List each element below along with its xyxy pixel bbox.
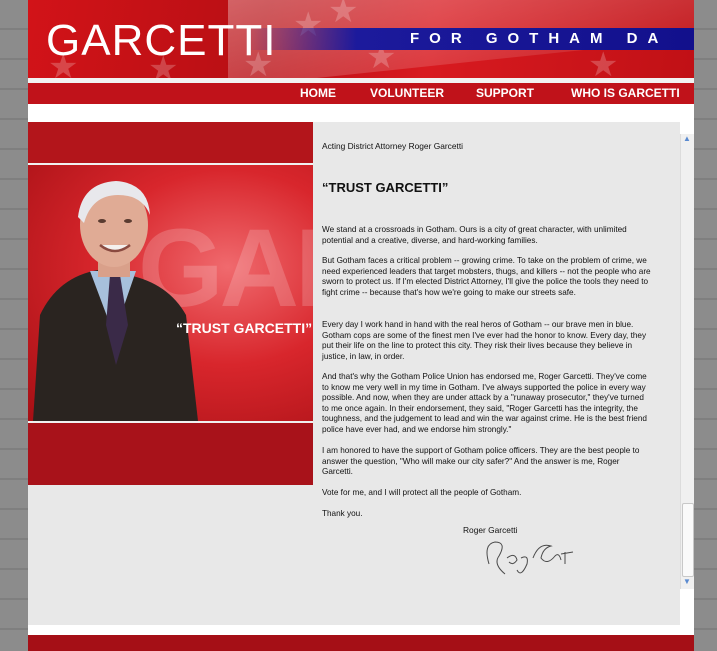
- footer-bar: [28, 635, 694, 651]
- page-frame: ★ ★ ★ ★ ★ ★ ★ GARCETTI FOR GOTHAM DA HOM…: [28, 0, 694, 651]
- nav-home[interactable]: HOME: [300, 86, 336, 100]
- scroll-down-icon[interactable]: ▼: [683, 577, 691, 586]
- paragraph: But Gotham faces a critical problem -- g…: [322, 256, 651, 297]
- nav-who-is-garcetti[interactable]: WHO IS GARCETTI: [571, 86, 680, 100]
- scrollbar-thumb[interactable]: [682, 503, 694, 577]
- header-banner: ★ ★ ★ ★ ★ ★ ★ GARCETTI FOR GOTHAM DA HOM…: [28, 0, 694, 104]
- paragraph: Every day I work hand in hand with the r…: [322, 320, 647, 361]
- star-decoration: ★: [328, 0, 359, 30]
- paragraph: We stand at a crossroads in Gotham. Ours…: [322, 225, 627, 245]
- article-content: Acting District Attorney Roger Garcetti …: [313, 122, 680, 625]
- paragraph: Thank you.: [322, 509, 363, 518]
- article-heading: “TRUST GARCETTI”: [322, 180, 449, 195]
- nav-volunteer[interactable]: VOLUNTEER: [370, 86, 444, 100]
- handwritten-signature: [486, 541, 574, 575]
- tagline: FOR GOTHAM DA: [410, 30, 669, 47]
- paragraph: I am honored to have the support of Goth…: [322, 446, 640, 476]
- banner-gap: [28, 104, 694, 122]
- left-panel: GARC “TRUST GARCETTI”: [28, 122, 313, 485]
- candidate-photo: GARC “TRUST GARCETTI”: [28, 165, 313, 421]
- content-scrollbar[interactable]: ▲ ▼: [680, 134, 694, 589]
- left-lower-panel: [28, 421, 313, 485]
- divider: [28, 421, 313, 423]
- photo-quote: “TRUST GARCETTI”: [176, 320, 313, 336]
- paragraph: And that's why the Gotham Police Union h…: [322, 372, 647, 434]
- paragraph: Vote for me, and I will protect all the …: [322, 488, 522, 497]
- footer-gap: [28, 625, 694, 635]
- site-logo[interactable]: GARCETTI: [46, 16, 276, 66]
- nav-support[interactable]: SUPPORT: [476, 86, 534, 100]
- star-decoration: ★: [588, 46, 619, 84]
- scroll-up-icon[interactable]: ▲: [683, 134, 691, 143]
- candidate-portrait: [33, 181, 198, 421]
- intro-text: Acting District Attorney Roger Garcetti: [322, 141, 464, 151]
- left-blank-area: [28, 485, 313, 625]
